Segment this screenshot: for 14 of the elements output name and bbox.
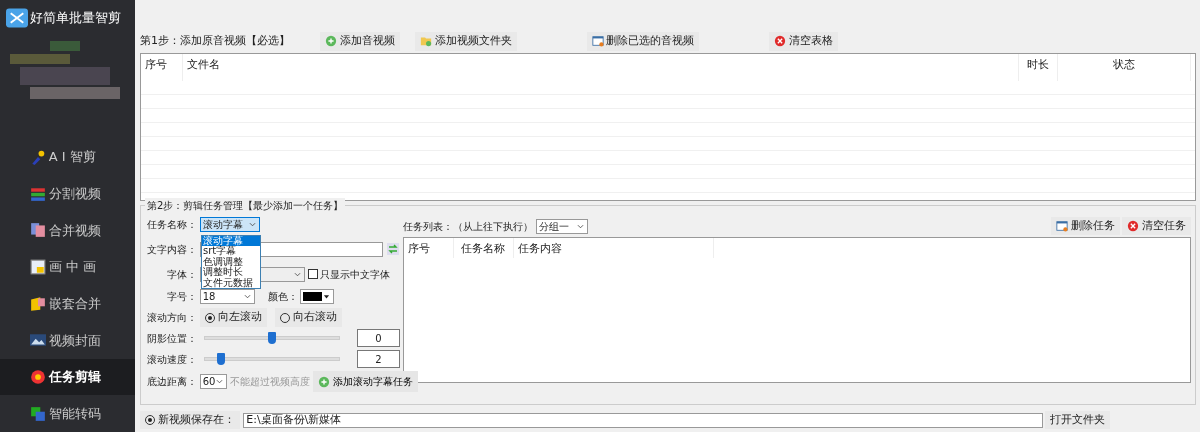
app-title: 好简单批量智剪	[30, 9, 122, 28]
hint-text: 不能超过视频高度	[230, 375, 311, 390]
field-label: 底边距离：	[146, 375, 197, 390]
field-label: 字体：	[166, 267, 197, 282]
field-label: 字号：	[166, 290, 197, 305]
field-label: 任务列表：（从上往下执行）	[402, 219, 533, 234]
field-label: 阴影位置：	[146, 331, 197, 346]
field-label: 滚动速度：	[146, 352, 197, 367]
step-title: 第1步：添加原音视频【必选】	[140, 33, 290, 49]
field-label: 颜色：	[267, 290, 298, 305]
checkbox-label: 只显示中文字体	[320, 267, 391, 282]
field-label: 滚动方向：	[146, 311, 197, 325]
field-label: 文字内容：	[146, 242, 197, 257]
field-label: 任务名称：	[146, 218, 197, 232]
